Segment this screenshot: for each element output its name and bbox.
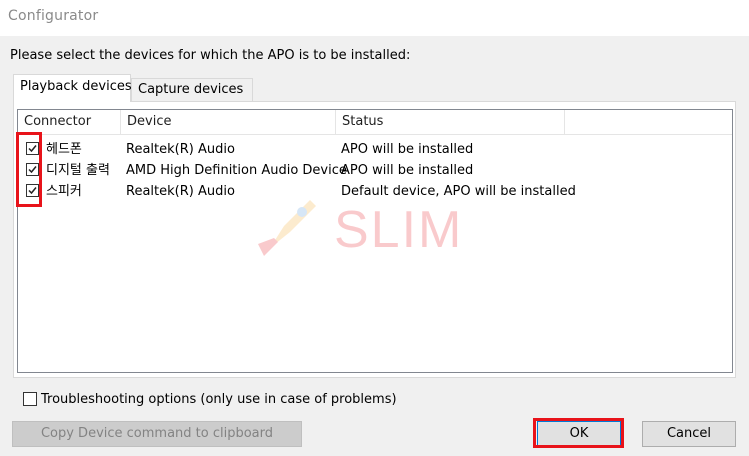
configurator-window: Configurator Please select the devices f… [0,0,749,456]
connector-cell: 디지털 출력 [46,163,110,178]
row-checkbox[interactable] [26,142,39,155]
table-row[interactable]: 디지털 출력 AMD High Definition Audio Device … [18,160,732,181]
column-header-status[interactable]: Status [336,110,565,134]
connector-cell: 헤드폰 [46,142,82,157]
column-header-connector[interactable]: Connector [18,110,121,134]
checkmark-icon [28,166,37,174]
title-bar: Configurator [0,0,749,36]
column-header-device[interactable]: Device [121,110,336,134]
checkmark-icon [28,145,37,153]
row-checkbox[interactable] [26,163,39,176]
status-cell: Default device, APO will be installed [341,184,576,199]
troubleshooting-label[interactable]: Troubleshooting options (only use in cas… [41,391,397,408]
device-cell: Realtek(R) Audio [126,184,235,199]
device-list[interactable]: Connector Device Status 헤드폰 Realtek(R) A… [17,109,733,373]
list-header: Connector Device Status [18,110,732,135]
copy-device-command-button[interactable]: Copy Device command to clipboard [12,421,302,447]
device-cell: AMD High Definition Audio Device [126,163,347,178]
connector-cell: 스피커 [46,184,82,199]
row-checkbox[interactable] [26,184,39,197]
tab-playback-devices[interactable]: Playback devices [13,74,132,102]
instruction-text: Please select the devices for which the … [10,48,411,63]
ok-button[interactable]: OK [537,421,621,447]
table-row[interactable]: 스피커 Realtek(R) Audio Default device, APO… [18,181,732,202]
table-row[interactable]: 헤드폰 Realtek(R) Audio APO will be install… [18,139,732,160]
tab-panel: Connector Device Status 헤드폰 Realtek(R) A… [13,101,736,378]
status-cell: APO will be installed [341,163,474,178]
status-cell: APO will be installed [341,142,474,157]
device-cell: Realtek(R) Audio [126,142,235,157]
checkmark-icon [28,187,37,195]
cancel-button[interactable]: Cancel [642,421,736,447]
tab-capture-devices[interactable]: Capture devices [131,78,253,102]
window-title: Configurator [8,8,99,24]
troubleshooting-checkbox[interactable] [23,392,37,406]
